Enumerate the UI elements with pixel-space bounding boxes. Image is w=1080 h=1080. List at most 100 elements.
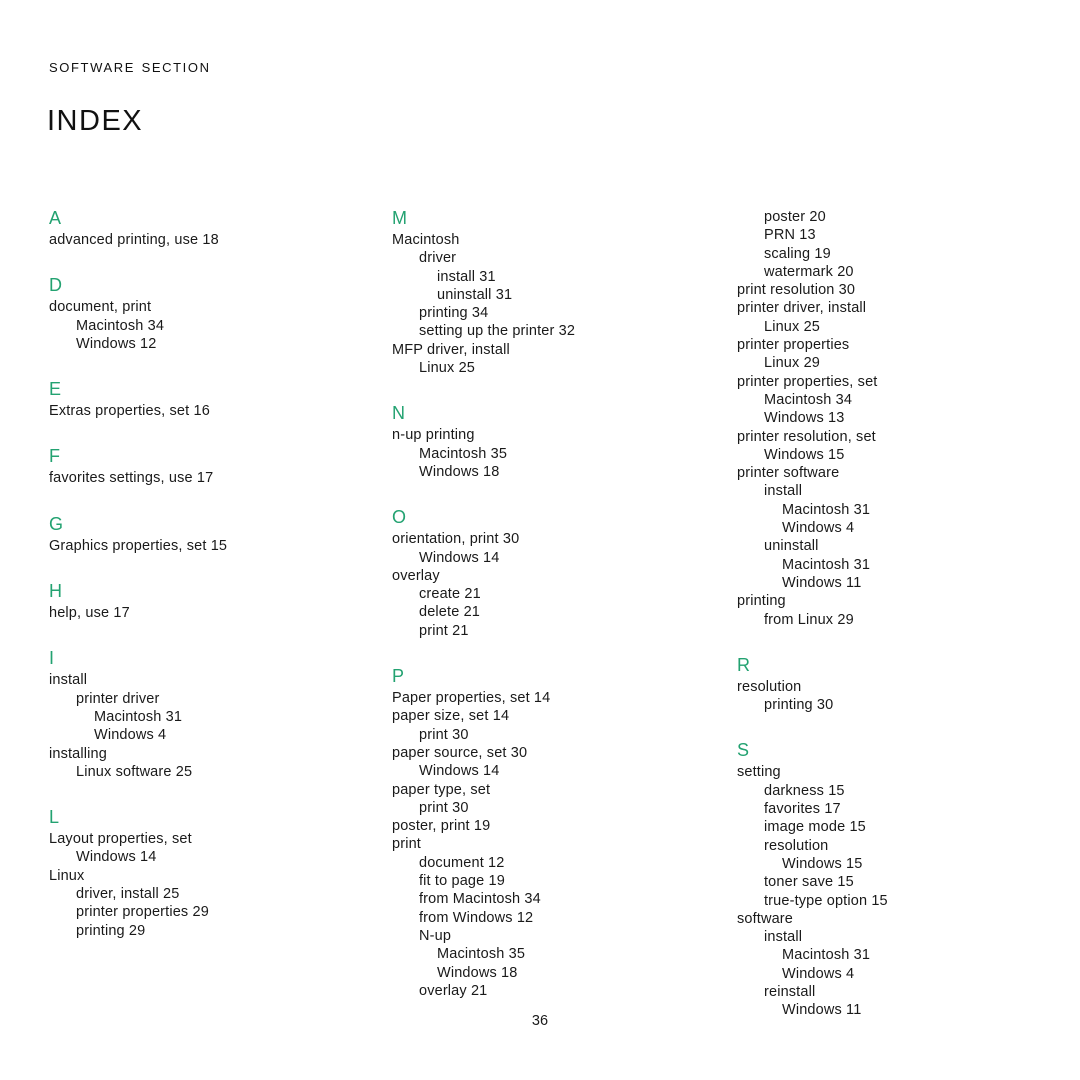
index-entry: document 12 [419,854,505,871]
index-letter-heading: R [737,654,750,675]
index-entry: printer driver, install [737,300,867,317]
index-letter-heading: O [392,507,407,528]
index-entry: poster, print 19 [392,818,491,835]
index-letter-heading: N [392,403,405,424]
index-entry: printer properties, set [737,373,878,390]
index-entry: software [737,910,793,927]
index-entry: printer software [737,465,840,482]
index-entry: Windows 18 [437,964,518,981]
index-entry: setting up the printer 32 [419,323,576,340]
index-entry: print 30 [419,726,469,743]
index-entry: Windows 13 [764,410,845,427]
index-letter-heading: S [737,740,750,761]
index-entry: N-up [419,927,452,944]
index-entry: Windows 11 [782,574,862,591]
index-entry: favorites 17 [764,801,841,818]
index-column-2: M Macintosh driver install 31 uninstall 31 pr… [392,208,712,1000]
index-letter-heading: M [392,208,407,228]
index-entry: setting [737,764,781,781]
index-entry: Macintosh 35 [437,946,526,963]
index-page: Software Section Index Aadvanced printin… [0,0,1080,1080]
index-entry: paper size, set 14 [392,708,510,725]
index-entry: image mode 15 [764,819,866,836]
index-letter-heading: A [49,208,62,228]
index-entry: printer properties [737,337,850,354]
index-entry: orientation, print 30 [392,531,520,548]
index-entry: driver [419,250,457,267]
index-entry: Linux 25 [419,360,476,377]
index-entry: Windows 12 [76,335,157,352]
index-column-1: Aadvanced printing, use 18 Ddocument, pri… [49,208,369,940]
index-entry: Macintosh 34 [764,391,853,408]
index-entry: Graphics properties, set 15 [49,537,228,554]
index-entry: printer properties 29 [76,904,209,921]
index-entry: Windows 18 [419,463,500,480]
index-entry: printer resolution, set [737,428,876,445]
index-entry: Linux [49,867,85,884]
index-entry: print 21 [419,622,469,639]
index-entry: overlay 21 [419,982,488,999]
index-entry: reinstall [764,983,816,1000]
index-entry: n-up printing [392,427,475,444]
index-entry: printing 30 [764,697,834,714]
index-entry: Paper properties, set 14 [392,690,551,707]
index-entry: resolution [764,837,829,854]
index-entry: resolution [737,678,802,695]
index-entry: MFP driver, install [392,341,510,358]
index-entry: favorites settings, use 17 [49,470,214,487]
index-letter-heading: D [49,275,62,296]
index-entry: document, print [49,299,152,316]
index-entry: Windows 14 [419,763,500,780]
index-entry: advanced printing, use 18 [49,232,219,248]
index-entry: driver, install 25 [76,886,180,903]
index-entry: Macintosh [392,232,460,248]
index-entry: install [49,672,88,689]
index-entry: uninstall [764,538,819,555]
index-entry: print resolution 30 [737,282,856,299]
index-entry: print [392,836,421,853]
page-number: 36 [531,1013,549,1029]
index-entry: Windows 15 [782,855,863,872]
index-entry: Macintosh 31 [782,947,871,964]
index-entry: true-type option 15 [764,892,888,909]
index-letter-heading: L [49,807,60,828]
index-entry: installing [49,745,107,762]
index-entry: install [764,483,803,500]
index-entry: Macintosh 35 [419,445,508,462]
index-entry: Macintosh 31 [94,708,183,725]
index-entry: fit to page 19 [419,873,505,890]
index-entry: printer driver [76,690,160,707]
index-letter-heading: E [49,379,62,400]
index-entry: watermark 20 [764,263,854,280]
index-entry: install 31 [437,268,496,285]
index-entry: Macintosh 31 [782,556,871,573]
index-entry: Layout properties, set [49,831,192,848]
index-entry: help, use 17 [49,605,130,622]
index-entry: darkness 15 [764,782,845,799]
index-letter-heading: I [49,648,55,669]
index-entry: Windows 4 [782,520,855,537]
index-entry: printing [737,593,786,610]
index-entry: delete 21 [419,604,481,621]
index-letter-heading: G [49,513,64,534]
index-letter-heading: H [49,581,62,602]
index-entry: from Linux 29 [764,611,854,628]
index-entry: Windows 4 [94,727,167,744]
index-entry: from Windows 12 [419,909,534,926]
index-entry: Windows 14 [419,549,500,566]
index-entry: Macintosh 34 [76,317,165,334]
index-entry: scaling 19 [764,245,831,262]
index-entry: toner save 15 [764,874,854,891]
index-entry: paper source, set 30 [392,744,528,761]
index-entry: Windows 15 [764,446,845,463]
index-entry: printing 34 [419,305,489,322]
index-entry: create 21 [419,586,481,603]
index-entry: PRN 13 [764,227,816,244]
index-entry: Windows 14 [76,849,157,866]
index-column-3: poster 20 PRN 13 scaling 19 watermark 20 pri… [737,208,1057,1020]
index-entry: Linux software 25 [76,763,193,780]
index-entry: overlay [392,567,440,584]
section-label: Software Section [49,56,211,76]
index-entry: print 30 [419,799,469,816]
page-title: Index [47,92,144,139]
